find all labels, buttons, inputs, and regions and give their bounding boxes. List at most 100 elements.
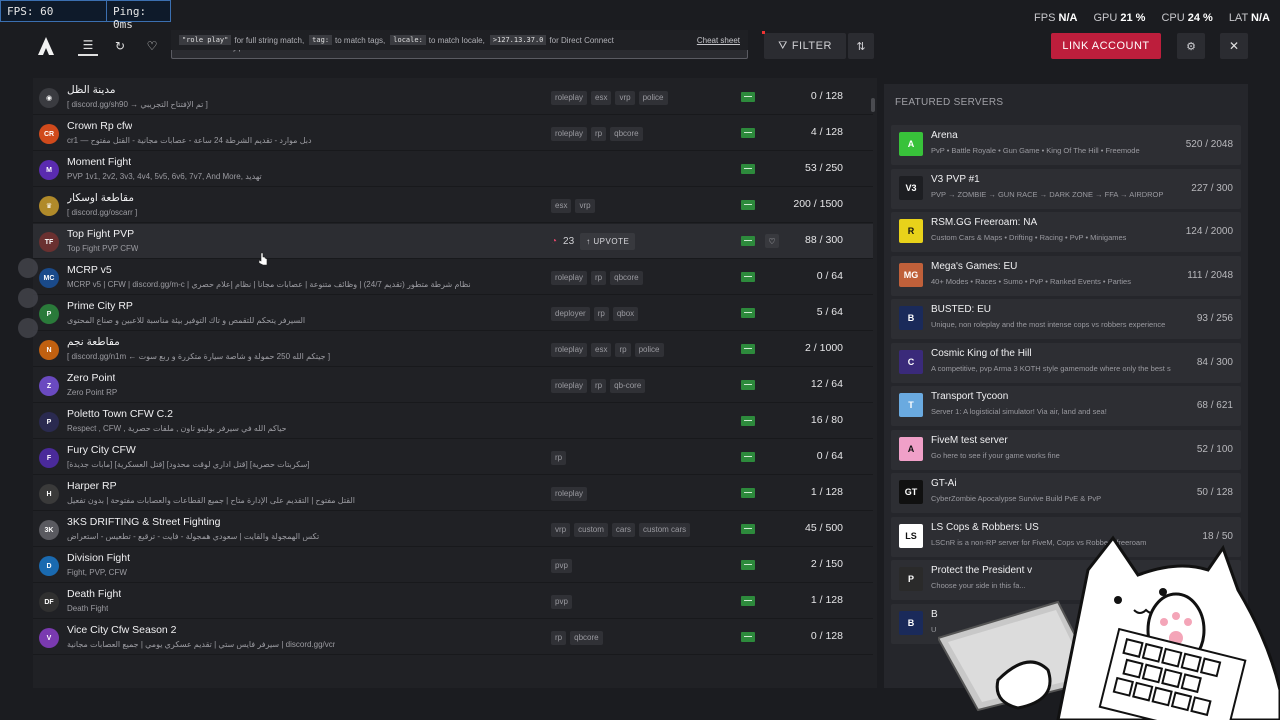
featured-server-description: Unique, non roleplay and the most intens… xyxy=(931,320,1166,329)
close-button[interactable]: ✕ xyxy=(1220,33,1248,59)
server-name: 3KS DRIFTING & Street Fighting xyxy=(67,516,221,528)
server-tags: roleplay esx rp police xyxy=(551,343,664,357)
server-description: [مابات جديدة] [قتل العسكرية] [قتل اداري … xyxy=(67,460,310,469)
server-name: مدينة الظل xyxy=(67,84,116,96)
server-tag[interactable]: qbcore xyxy=(570,631,603,645)
server-row[interactable]: Z Zero Point Zero Point RP roleplay rp qb-cor… xyxy=(33,368,873,403)
app-logo[interactable] xyxy=(37,36,55,56)
server-tag[interactable]: vrp xyxy=(551,523,571,537)
server-row[interactable]: 3K 3KS DRIFTING & Street Fighting تكس الهم… xyxy=(33,512,873,547)
server-row[interactable]: D Division Fight Fight, PVP, CFW pvp 2 / 150 xyxy=(33,548,873,583)
server-row[interactable]: V Vice City Cfw Season 2 سيرفر فايس ستي | … xyxy=(33,620,873,655)
server-tag[interactable]: police xyxy=(634,343,664,357)
server-tag[interactable]: custom cars xyxy=(639,523,691,537)
server-tag[interactable]: roleplay xyxy=(551,91,588,105)
server-tag[interactable]: roleplay xyxy=(551,127,588,141)
list-icon[interactable]: ☰ xyxy=(78,36,98,56)
server-row[interactable]: N مقاطعة نجم [ discord.gg/n1m ← جيتكم الله… xyxy=(33,332,873,367)
server-tag[interactable]: qbcore xyxy=(610,271,643,285)
featured-server-description: PVP → ZOMBIE → GUN RACE → DARK ZONE → FF… xyxy=(931,189,1164,199)
avatar[interactable] xyxy=(18,288,38,308)
sort-button[interactable]: ⇅ xyxy=(848,33,874,59)
locale-flag-icon xyxy=(741,380,755,390)
featured-server-item[interactable]: GT GT-Ai CyberZombie Apocalypse Survive Bu… xyxy=(891,473,1241,513)
server-tag[interactable]: rp xyxy=(591,127,607,141)
avatar[interactable] xyxy=(18,318,38,338)
server-row[interactable]: MC MCRP v5 MCRP v5 | CFW | discord.gg/m-c … xyxy=(33,260,873,295)
server-description: [ discord.gg/sh90 → تم الإفتتاح التجريبي… xyxy=(67,100,208,109)
server-icon: MG xyxy=(899,262,923,287)
server-row[interactable]: ♛ مقاطعة اوسكار [ discord.gg/oscarr ] esx vr… xyxy=(33,188,873,223)
server-tags: vrp custom cars custom cars xyxy=(551,523,691,537)
featured-server-item[interactable]: V3 V3 PVP #1 PVP → ZOMBIE → GUN RACE → DAR… xyxy=(891,168,1241,209)
avatar[interactable] xyxy=(18,258,38,278)
server-tag[interactable]: qbcore xyxy=(610,127,643,141)
server-tag[interactable]: roleplay xyxy=(551,379,588,393)
server-icon: P xyxy=(39,412,59,432)
filter-button[interactable]: ⛛ FILTER xyxy=(764,33,846,59)
locale-flag-icon xyxy=(741,560,755,570)
cheat-sheet-link[interactable]: Cheat sheet xyxy=(697,36,740,45)
server-icon: DF xyxy=(39,592,59,612)
server-tags: roleplay esx vrp police xyxy=(551,91,668,105)
server-tag[interactable]: vrp xyxy=(615,91,635,105)
featured-server-item[interactable]: R RSM.GG Freeroam: NA Custom Cars & Maps •… xyxy=(891,212,1241,252)
server-row[interactable]: H Harper RP القتل مفتوح | التقديم على الإد… xyxy=(33,476,873,511)
server-tag[interactable]: cars xyxy=(611,523,636,537)
featured-server-item[interactable]: B BUSTED: EU Unique, non roleplay and the … xyxy=(891,299,1241,339)
featured-server-item[interactable]: MG Mega's Games: EU 40+ Modes • Races • Su… xyxy=(891,255,1241,296)
server-tag[interactable]: roleplay xyxy=(551,343,588,357)
server-tag[interactable]: rp xyxy=(551,451,567,465)
server-tag[interactable]: qb-core xyxy=(610,379,646,393)
server-row[interactable]: M Moment Fight PVP 1v1, 2v2, 3v3, 4v4, 5v5… xyxy=(33,152,873,187)
server-icon: Z xyxy=(39,376,59,396)
server-tag[interactable]: deployer xyxy=(551,307,590,321)
featured-server-item[interactable]: T Transport Tycoon Server 1: A logisticial… xyxy=(891,386,1241,426)
server-row[interactable]: TF Top Fight PVP Top Fight PVP CFW ◔ 23 ↑ UPV… xyxy=(33,224,873,259)
server-tag[interactable]: custom xyxy=(574,523,608,537)
player-count: 53 / 250 xyxy=(805,162,843,174)
server-tags: rp xyxy=(551,451,567,465)
server-row[interactable]: ◉ مدينة الظل [ discord.gg/sh90 → تم الإفتت… xyxy=(33,80,873,115)
server-tag[interactable]: rp xyxy=(551,631,567,645)
server-tag[interactable]: pvp xyxy=(551,595,572,609)
server-tag[interactable]: rp xyxy=(591,271,607,285)
server-tag[interactable]: rp xyxy=(615,343,631,357)
server-tag[interactable]: roleplay xyxy=(551,271,588,285)
featured-server-item[interactable]: C Cosmic King of the Hill A competitive, p… xyxy=(891,342,1241,383)
server-row[interactable]: DF Death Fight Death Fight pvp 1 / 128 xyxy=(33,584,873,619)
server-tag[interactable]: rp xyxy=(593,307,609,321)
stat-lat: LAT N/A xyxy=(1228,12,1270,24)
server-tag[interactable]: pvp xyxy=(551,559,572,573)
locale-flag-icon xyxy=(741,272,755,282)
hint-code: >127.13.37.0 xyxy=(489,35,547,45)
link-account-button[interactable]: LINK ACCOUNT xyxy=(1051,33,1161,59)
player-count: 2 / 1000 xyxy=(805,342,843,354)
server-tag[interactable]: police xyxy=(638,91,668,105)
server-row[interactable]: P Prime City RP السيرفر يتحكم للتقمص و تاك… xyxy=(33,296,873,331)
featured-server-item[interactable]: A FiveM test server Go here to see if your… xyxy=(891,429,1241,470)
server-tag[interactable]: vrp xyxy=(575,199,595,213)
player-count: 5 / 64 xyxy=(816,306,843,318)
server-tag[interactable]: qbox xyxy=(612,307,639,321)
server-tag[interactable]: esx xyxy=(591,343,612,357)
server-description: Fight, PVP, CFW xyxy=(67,568,127,577)
server-row[interactable]: CR Crown Rp cfw cr1 — دبل موارد - تقديم ال… xyxy=(33,116,873,151)
server-row[interactable]: F Fury City CFW [مابات جديدة] [قتل العسكري… xyxy=(33,440,873,475)
settings-button[interactable]: ⚙ xyxy=(1177,33,1205,59)
server-icon: MC xyxy=(39,268,59,288)
upvote-button[interactable]: ↑ UPVOTE xyxy=(580,233,636,250)
server-tag[interactable]: roleplay xyxy=(551,487,588,501)
server-tag[interactable]: rp xyxy=(591,379,607,393)
server-row[interactable]: P Poletto Town CFW C.2 Respect , CFW , حيا… xyxy=(33,404,873,439)
server-tag[interactable]: esx xyxy=(551,199,572,213)
heart-icon[interactable]: ♡ xyxy=(142,36,162,56)
hint-text: for Direct Connect xyxy=(549,35,614,45)
featured-server-item[interactable]: A Arena PvP • Battle Royale • Gun Game • K… xyxy=(891,125,1241,165)
player-count: 4 / 128 xyxy=(810,126,843,138)
history-icon[interactable]: ↻ xyxy=(110,36,130,56)
favorite-heart-icon[interactable]: ♡ xyxy=(765,234,779,248)
server-tag[interactable]: esx xyxy=(591,91,612,105)
locale-flag-icon xyxy=(741,236,755,246)
player-count: 0 / 128 xyxy=(810,630,843,642)
